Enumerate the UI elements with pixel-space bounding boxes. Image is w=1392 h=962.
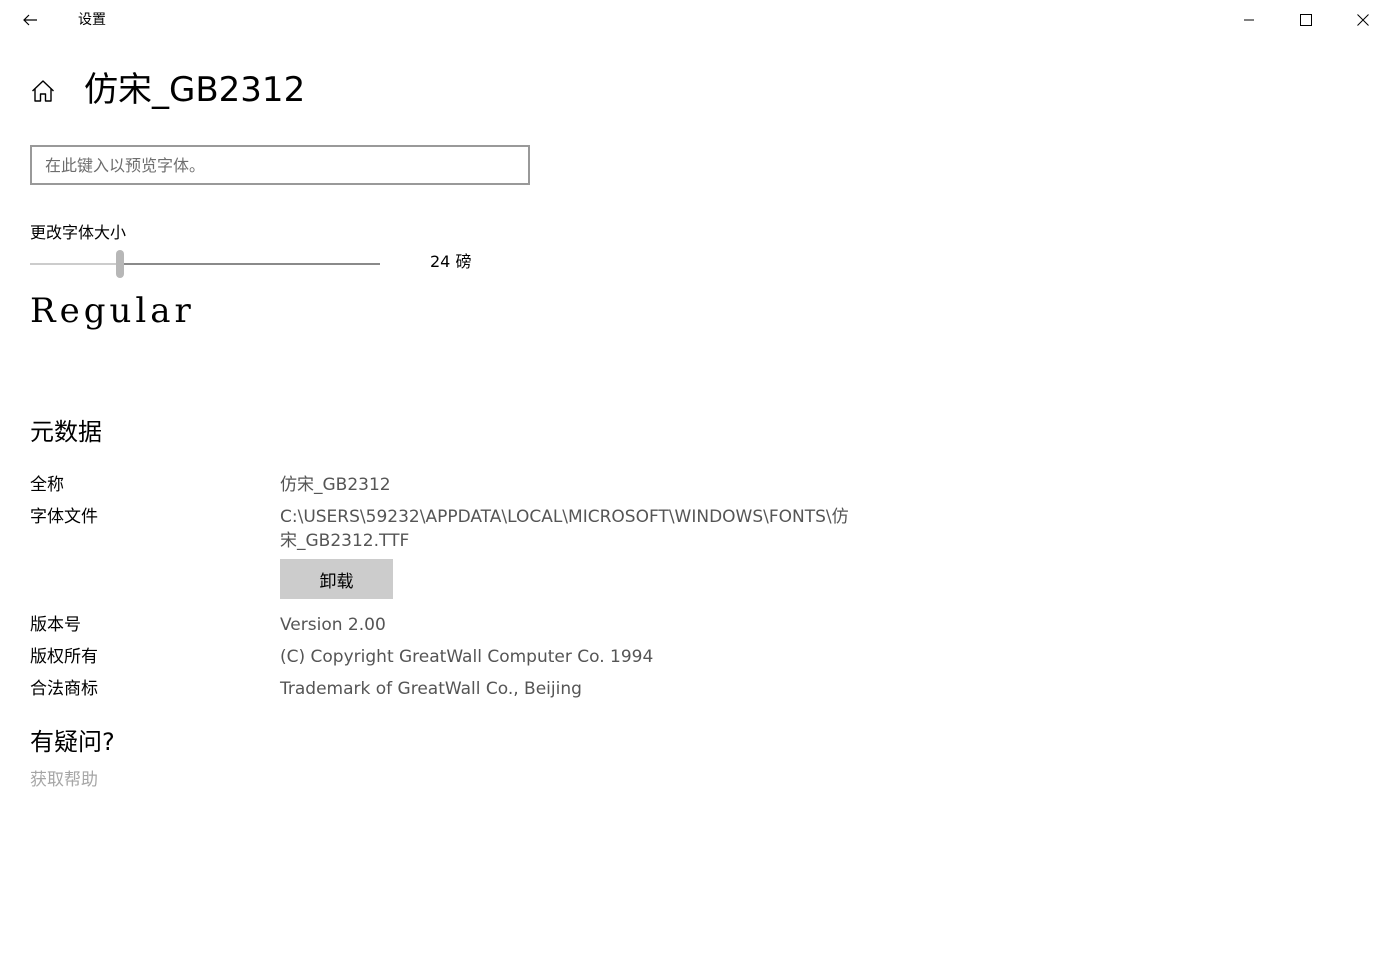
close-button[interactable] xyxy=(1340,0,1386,40)
home-icon xyxy=(32,80,54,102)
arrow-left-icon xyxy=(23,14,37,26)
copyright-value: (C) Copyright GreatWall Computer Co. 199… xyxy=(280,647,654,667)
back-button[interactable] xyxy=(10,0,50,40)
trademark-label: 合法商标 xyxy=(30,679,98,699)
minimize-icon xyxy=(1244,19,1254,21)
full-name-value: 仿宋_GB2312 xyxy=(280,475,391,495)
home-button[interactable] xyxy=(29,77,57,105)
metadata-heading: 元数据 xyxy=(30,418,102,446)
minimize-button[interactable] xyxy=(1226,0,1272,40)
maximize-icon xyxy=(1300,14,1312,26)
slider-thumb[interactable] xyxy=(116,250,124,278)
font-file-value: C:\USERS\59232\APPDATA\LOCAL\MICROSOFT\W… xyxy=(280,507,849,551)
app-title: 设置 xyxy=(78,12,106,28)
font-size-label: 更改字体大小 xyxy=(30,223,127,242)
maximize-button[interactable] xyxy=(1283,0,1329,40)
settings-window: 设置 仿宋_GB2312 更改字体大小 24 磅 R xyxy=(0,0,1392,962)
title-bar: 设置 xyxy=(0,0,1392,40)
help-heading: 有疑问? xyxy=(30,728,115,756)
font-size-value: 24 磅 xyxy=(430,252,472,271)
full-name-label: 全称 xyxy=(30,475,64,495)
close-icon xyxy=(1357,14,1369,26)
font-file-label: 字体文件 xyxy=(30,507,98,527)
preview-text-input[interactable] xyxy=(30,145,530,185)
uninstall-button[interactable]: 卸载 xyxy=(280,559,393,599)
version-value: Version 2.00 xyxy=(280,615,386,635)
page-title: 仿宋_GB2312 xyxy=(84,70,306,110)
font-style-preview: Regular xyxy=(30,291,195,331)
slider-fill xyxy=(30,263,120,265)
get-help-link[interactable]: 获取帮助 xyxy=(30,768,98,792)
copyright-label: 版权所有 xyxy=(30,647,98,667)
font-size-slider[interactable] xyxy=(30,250,380,278)
version-label: 版本号 xyxy=(30,615,81,635)
trademark-value: Trademark of GreatWall Co., Beijing xyxy=(280,679,582,699)
